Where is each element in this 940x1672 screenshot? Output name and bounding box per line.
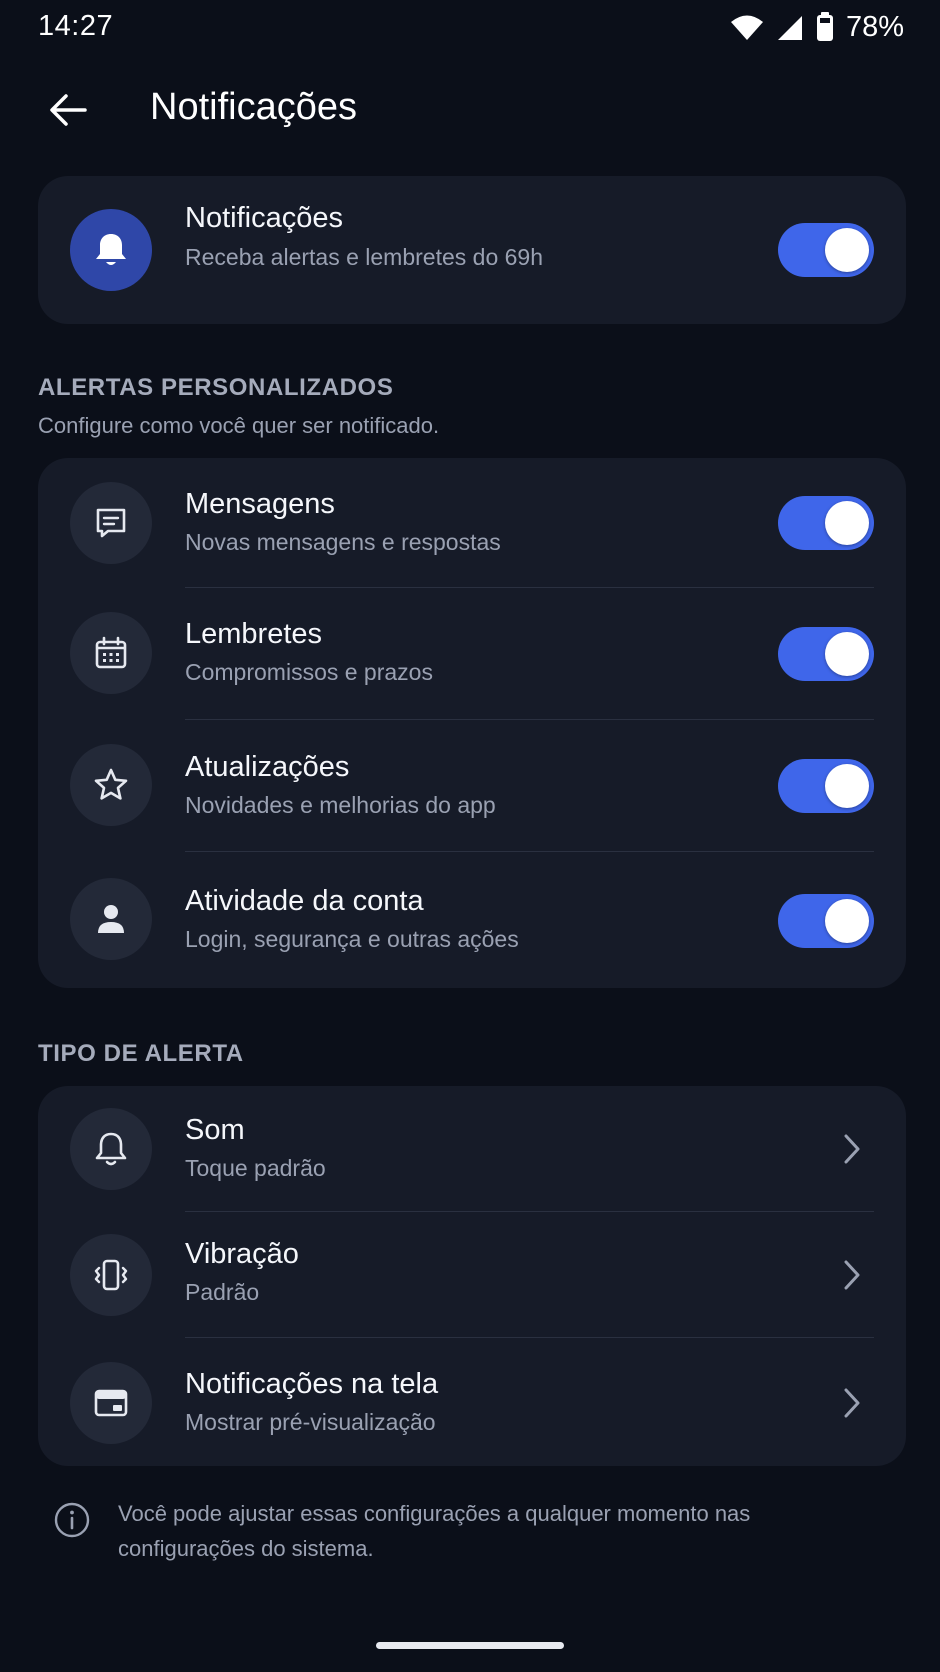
- chevron-right-icon: [838, 1129, 866, 1169]
- alert-subtitle-messages: Novas mensagens e respostas: [185, 529, 501, 555]
- info-icon: [52, 1500, 92, 1540]
- section-title-alerts: ALERTAS PERSONALIZADOS: [38, 374, 394, 401]
- chevron-right-icon: [838, 1255, 866, 1295]
- message-icon: [70, 482, 152, 564]
- notifications-screen: 14:27 78% Notificações Notificações Rece…: [0, 0, 940, 1672]
- app-header: Notificações: [0, 70, 940, 150]
- alert-row-reminders[interactable]: Lembretes Compromissos e prazos: [38, 588, 906, 720]
- type-title-vibration: Vibração: [185, 1238, 299, 1270]
- person-icon: [70, 878, 152, 960]
- alert-subtitle-account-activity: Login, segurança e outras ações: [185, 926, 519, 952]
- status-time: 14:27: [38, 10, 114, 42]
- toggle-messages[interactable]: [778, 496, 874, 550]
- signal-icon: [776, 13, 804, 41]
- master-title: Notificações: [185, 202, 343, 234]
- alert-title-reminders: Lembretes: [185, 618, 323, 650]
- type-title-screen-notifications: Notificações na tela: [185, 1368, 439, 1400]
- alert-subtitle-reminders: Compromissos e prazos: [185, 659, 433, 685]
- star-icon: [70, 744, 152, 826]
- toggle-knob: [825, 501, 869, 545]
- type-row-sound[interactable]: Som Toque padrão: [38, 1086, 906, 1212]
- type-row-screen-notifications[interactable]: Notificações na tela Mostrar pré-visuali…: [38, 1338, 906, 1466]
- toggle-account-activity[interactable]: [778, 894, 874, 948]
- alert-title-account-activity: Atividade da conta: [185, 885, 424, 917]
- toggle-knob: [825, 899, 869, 943]
- back-button[interactable]: [44, 88, 92, 136]
- alert-row-account-activity[interactable]: Atividade da conta Login, segurança e ou…: [38, 852, 906, 988]
- section-title-alert-type: TIPO DE ALERTA: [38, 1040, 244, 1067]
- toggle-knob: [825, 228, 869, 272]
- alert-title-updates: Atualizações: [185, 751, 350, 783]
- master-notifications-toggle[interactable]: [778, 223, 874, 277]
- toggle-knob: [825, 764, 869, 808]
- chevron-right-icon: [838, 1383, 866, 1423]
- calendar-icon: [70, 612, 152, 694]
- bell-outline-icon: [70, 1108, 152, 1190]
- battery-percentage: 78%: [845, 10, 904, 43]
- type-subtitle-screen-notifications: Mostrar pré-visualização: [185, 1409, 436, 1435]
- toggle-updates[interactable]: [778, 759, 874, 813]
- master-subtitle: Receba alertas e lembretes do 69h: [185, 244, 543, 270]
- vibration-icon: [70, 1234, 152, 1316]
- home-indicator[interactable]: [376, 1642, 564, 1649]
- type-title-sound: Som: [185, 1114, 245, 1146]
- status-icons: 78%: [730, 10, 904, 44]
- bell-filled-icon: [70, 209, 152, 291]
- status-bar: 14:27 78%: [0, 0, 940, 56]
- custom-alerts-card: Mensagens Novas mensagens e respostas Le…: [38, 458, 906, 988]
- master-notifications-card: Notificações Receba alertas e lembretes …: [38, 176, 906, 324]
- screen-icon: [70, 1362, 152, 1444]
- arrow-left-icon: [49, 93, 87, 132]
- alert-row-updates[interactable]: Atualizações Novidades e melhorias do ap…: [38, 720, 906, 852]
- type-subtitle-vibration: Padrão: [185, 1279, 260, 1305]
- alert-subtitle-updates: Novidades e melhorias do app: [185, 792, 496, 818]
- section-desc-alerts: Configure como você quer ser notificado.: [38, 413, 440, 438]
- alert-title-messages: Mensagens: [185, 488, 335, 520]
- master-notifications-row[interactable]: Notificações Receba alertas e lembretes …: [38, 176, 906, 324]
- type-subtitle-sound: Toque padrão: [185, 1155, 326, 1181]
- alert-row-messages[interactable]: Mensagens Novas mensagens e respostas: [38, 458, 906, 588]
- alert-type-card: Som Toque padrão Vibração Padrão Notific: [38, 1086, 906, 1466]
- type-row-vibration[interactable]: Vibração Padrão: [38, 1212, 906, 1338]
- toggle-knob: [825, 632, 869, 676]
- info-text: Você pode ajustar essas configurações a …: [118, 1501, 751, 1561]
- battery-icon: [816, 12, 834, 42]
- page-title: Notificações: [150, 86, 357, 128]
- wifi-icon: [730, 13, 764, 41]
- toggle-reminders[interactable]: [778, 627, 874, 681]
